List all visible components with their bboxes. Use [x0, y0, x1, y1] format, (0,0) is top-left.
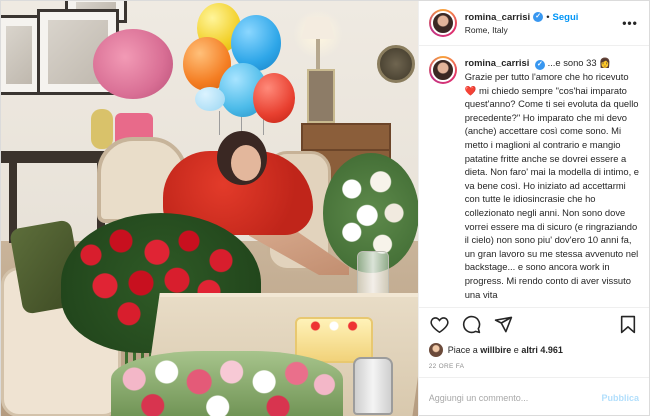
- red-heart-icon: ❤️: [464, 84, 477, 96]
- instagram-post: romina_carrisi ✓ • Segui Rome, Italy •••…: [0, 0, 650, 416]
- likes-middle: e: [513, 345, 519, 355]
- verified-icon: ✓: [534, 60, 545, 70]
- likes-line: Piace a willbire e altri 4.961: [419, 341, 649, 359]
- publish-button[interactable]: Pubblica: [601, 393, 639, 403]
- mixed-roses-box: [111, 351, 343, 416]
- comment-box: Pubblica: [418, 377, 649, 416]
- balloon-string: [219, 111, 220, 135]
- heart-icon[interactable]: [429, 314, 451, 336]
- action-bar: [418, 307, 649, 341]
- round-mirror: [377, 45, 415, 83]
- pale-balloon: [195, 87, 225, 111]
- share-icon[interactable]: [493, 314, 515, 336]
- caption-area: romina_carrisi ✓ ...e sono 33 👩 Grazie p…: [419, 46, 649, 307]
- caption-body-start: Grazie per tutto l'amore che ho ricevuto: [464, 71, 629, 82]
- verified-icon: ✓: [533, 12, 544, 22]
- avatar[interactable]: [428, 9, 457, 37]
- post-location[interactable]: Rome, Italy: [465, 25, 621, 35]
- red-balloon: [253, 73, 295, 123]
- person-face: [231, 145, 261, 181]
- bookmark-icon[interactable]: [617, 314, 639, 336]
- post-photo[interactable]: [1, 1, 418, 416]
- wall-picture: [307, 69, 335, 123]
- author-info: romina_carrisi ✓ • Segui Rome, Italy: [465, 12, 621, 35]
- caption-title: ...e sono 33: [547, 57, 597, 68]
- post-timestamp[interactable]: 22 ORE FA: [419, 359, 649, 377]
- comment-icon[interactable]: [461, 314, 483, 336]
- girl-emoji-icon: 👩: [599, 57, 611, 68]
- likes-prefix: Piace a: [447, 345, 478, 355]
- caption-avatar[interactable]: [428, 56, 457, 84]
- author-line: romina_carrisi ✓ • Segui: [465, 12, 621, 23]
- separator-dot: •: [546, 11, 550, 23]
- post-sidebar: romina_carrisi ✓ • Segui Rome, Italy •••…: [417, 1, 649, 416]
- yellow-vase: [91, 109, 113, 149]
- comment-input[interactable]: [428, 392, 602, 403]
- follow-button[interactable]: Segui: [553, 12, 579, 23]
- caption-text: romina_carrisi ✓ ...e sono 33 👩 Grazie p…: [465, 56, 639, 307]
- console-table: [1, 151, 111, 163]
- post-header: romina_carrisi ✓ • Segui Rome, Italy •••: [418, 1, 649, 46]
- cake-decoration: [303, 319, 365, 333]
- likes-count[interactable]: altri 4.961: [521, 345, 563, 355]
- pink-hydrangea: [93, 29, 173, 99]
- caption-body-rest: mi chiedo sempre "cos'hai imparato quest…: [464, 84, 639, 300]
- more-icon[interactable]: •••: [621, 16, 639, 30]
- author-username[interactable]: romina_carrisi: [465, 12, 530, 23]
- caption-username[interactable]: romina_carrisi: [465, 57, 530, 68]
- candle-jar: [353, 357, 393, 415]
- liker-avatar[interactable]: [428, 343, 443, 357]
- liker-username[interactable]: willbire: [480, 345, 511, 355]
